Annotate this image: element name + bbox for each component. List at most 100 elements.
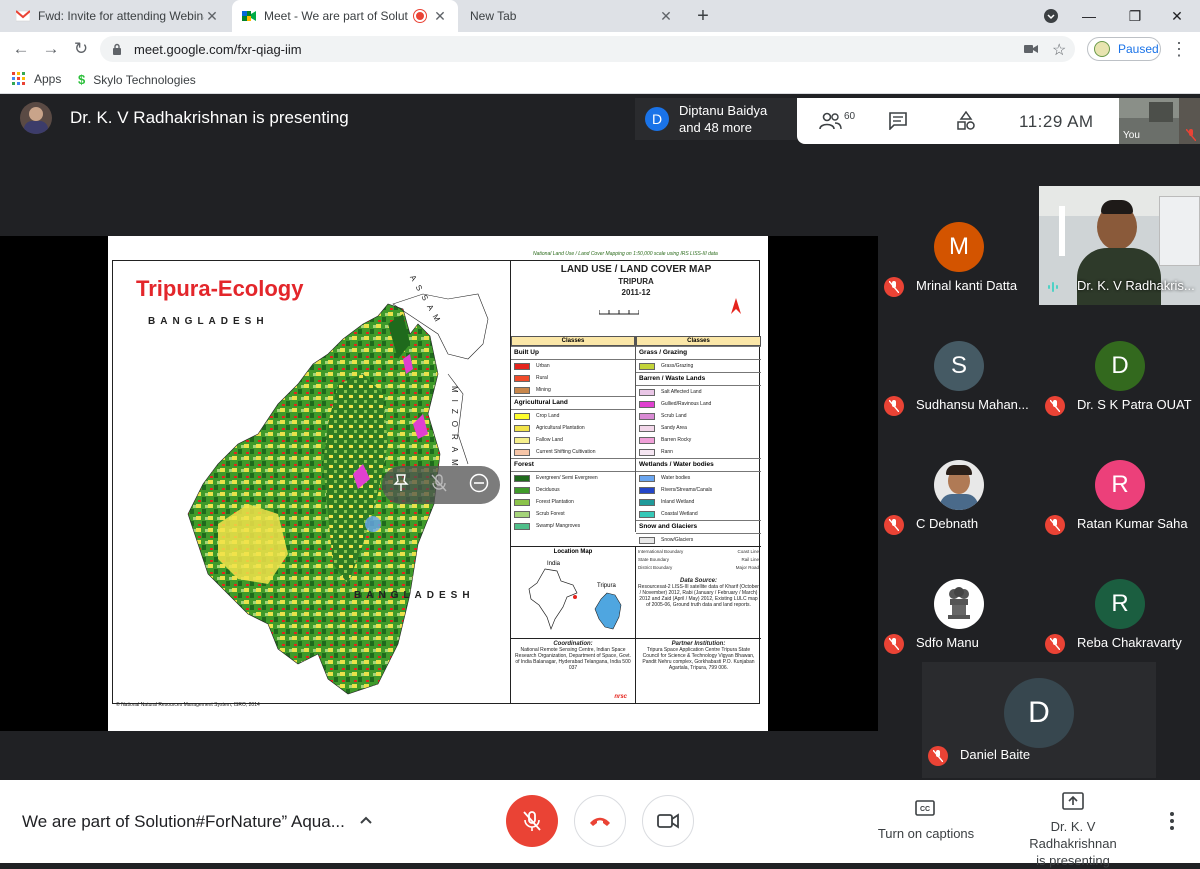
restore-icon[interactable]: ❐ — [1112, 0, 1158, 32]
svg-text:CC: CC — [920, 806, 930, 813]
participant-tile[interactable]: R Ratan Kumar Saha — [1039, 424, 1200, 543]
legend-swatch — [639, 412, 655, 420]
turn-on-captions-button[interactable]: Turn on captions — [866, 826, 986, 841]
legend-group-title: Snow and Glaciers — [636, 520, 761, 534]
mic-off-icon — [1045, 634, 1065, 654]
bookmark-label: Apps — [34, 72, 62, 86]
legend-item: Fallow Land — [511, 434, 635, 446]
self-label: You — [1123, 130, 1140, 141]
browser-menu-icon[interactable]: ⋮ — [1168, 38, 1190, 60]
legend-item: Salt Affected Land — [636, 386, 761, 398]
tab-gmail[interactable]: Fwd: Invite for attending Webinar ✕ — [6, 0, 230, 32]
legend-item: Rivers/Streams/Canals — [636, 484, 761, 496]
legend-item-label: Evergreen/ Semi Evergreen — [536, 475, 598, 481]
participant-tile[interactable]: Sdfo Manu — [878, 543, 1039, 662]
gmail-icon — [15, 9, 31, 23]
meeting-title[interactable]: We are part of Solution#ForNature” Aqua.… — [22, 812, 345, 832]
reload-icon[interactable]: ↻ — [70, 38, 92, 60]
participant-avatar: D — [1095, 341, 1145, 391]
chat-button[interactable] — [885, 108, 911, 134]
present-screen-icon[interactable] — [1062, 792, 1084, 815]
back-icon[interactable]: ← — [10, 38, 32, 60]
data-source: Data Source: Resourcesat-2 LISS-III sate… — [636, 576, 761, 638]
line-key-item: Coast Line — [737, 549, 759, 554]
legend-item-label: Water bodies — [661, 475, 691, 481]
camera-in-use-icon[interactable] — [1024, 44, 1038, 54]
close-tab-icon[interactable]: ✕ — [204, 8, 220, 25]
legend-item: Scrub Land — [636, 410, 761, 422]
profile-paused-button[interactable]: Paused — [1087, 37, 1161, 61]
close-tab-icon[interactable]: ✕ — [658, 8, 674, 25]
close-tab-icon[interactable]: ✕ — [432, 8, 448, 25]
new-tab-button[interactable]: + — [690, 0, 716, 32]
participant-tile[interactable]: C Debnath — [878, 424, 1039, 543]
leave-call-button[interactable] — [574, 795, 626, 847]
presenter-banner: Dr. K. V Radhakrishnan is presenting — [20, 102, 349, 134]
legend-swatch — [514, 412, 530, 420]
browser-tab-bar: Fwd: Invite for attending Webinar ✕ Meet… — [0, 0, 1200, 32]
partner-text: Tripura Space Application Centre Tripura… — [642, 647, 755, 671]
participant-avatar: D — [1004, 678, 1074, 748]
mic-off-icon — [884, 634, 904, 654]
microphone-toggle-button[interactable] — [506, 795, 558, 847]
meeting-controls-bar: We are part of Solution#ForNature” Aqua.… — [0, 780, 1200, 868]
participant-tile[interactable]: R Reba Chakravarty — [1039, 543, 1200, 662]
participant-name: Reba Chakravarty — [1077, 635, 1182, 650]
lock-icon[interactable] — [112, 43, 122, 55]
legend-col-header: Classes — [636, 336, 761, 346]
participant-avatar: M — [934, 222, 984, 272]
omnibox[interactable]: meet.google.com/fxr-qiag-iim ☆ — [100, 36, 1075, 62]
participant-tile-video[interactable]: Dr. K. V Radhakris... — [1039, 186, 1200, 305]
participants-button[interactable]: 60 — [817, 108, 857, 134]
chevron-up-icon[interactable] — [358, 813, 374, 829]
remove-participant-icon[interactable] — [469, 473, 489, 498]
participant-count: 60 — [843, 110, 856, 122]
activities-button[interactable] — [953, 108, 979, 134]
slide-footer: © National Natural Resources Management … — [116, 702, 260, 708]
presenting-status[interactable]: Dr. K. V Radhakrishnan is presenting — [1006, 818, 1140, 869]
legend-item: Barren Rocky — [636, 434, 761, 446]
forward-icon[interactable]: → — [40, 38, 62, 60]
close-window-icon[interactable]: ✕ — [1154, 0, 1200, 32]
tab-new[interactable]: New Tab ✕ — [460, 0, 684, 32]
captions-icon[interactable]: CC — [915, 800, 935, 821]
coordination: Coordination: National Remote Sensing Ce… — [511, 638, 636, 704]
bookmark-apps[interactable]: Apps — [12, 72, 61, 86]
location-map: Location Map India Tripura — [511, 546, 636, 638]
minimize-icon[interactable]: — — [1066, 0, 1112, 32]
legend-item-label: Forest Plantation — [536, 499, 574, 505]
legend-item: Current Shifting Cultivation — [511, 446, 635, 458]
participant-name: Dr. K. V Radhakris... — [1077, 278, 1195, 293]
legend-item: Inland Wetland — [636, 496, 761, 508]
legend-swatch — [639, 362, 655, 370]
slide-title: Tripura-Ecology — [136, 276, 304, 301]
tab-title: Meet - We are part of Solution — [264, 9, 408, 23]
tab-meet[interactable]: Meet - We are part of Solution ✕ — [232, 0, 458, 32]
legend-item: Water bodies — [636, 472, 761, 484]
participant-tile[interactable]: D Daniel Baite — [922, 662, 1156, 778]
bookmark-star-icon[interactable]: ☆ — [1052, 40, 1066, 60]
legend-item-label: Scrub Forest — [536, 511, 565, 517]
mic-off-icon — [1045, 396, 1065, 416]
legend-swatch — [514, 362, 530, 370]
legend-item-label: Urban — [536, 363, 550, 369]
legend-item-label: Deciduous — [536, 487, 560, 493]
participant-tile[interactable]: M Mrinal kanti Datta — [878, 186, 1039, 305]
data-source-text: Resourcesat-2 LISS-III satellite data of… — [638, 584, 759, 608]
legend-swatch — [639, 536, 655, 544]
participant-tile[interactable]: D Dr. S K Patra OUAT — [1039, 305, 1200, 424]
self-view[interactable]: You — [1119, 98, 1200, 144]
camera-toggle-button[interactable] — [642, 795, 694, 847]
nrsc-logo: nrsc — [614, 694, 627, 700]
more-options-icon[interactable] — [1160, 808, 1184, 834]
bookmark-skylo[interactable]: $ Skylo Technologies — [78, 72, 196, 87]
legend-item: Forest Plantation — [511, 496, 635, 508]
participant-tile[interactable]: S Sudhansu Mahan... — [878, 305, 1039, 424]
legend-swatch — [514, 448, 530, 456]
pin-icon[interactable] — [393, 473, 409, 497]
mute-participant-icon[interactable] — [431, 473, 447, 497]
tripura-outline-icon — [594, 592, 622, 630]
legend-item-label: Agricultural Plantation — [536, 425, 585, 431]
emblem-avatar-icon — [934, 579, 984, 629]
mic-off-icon — [884, 396, 904, 416]
